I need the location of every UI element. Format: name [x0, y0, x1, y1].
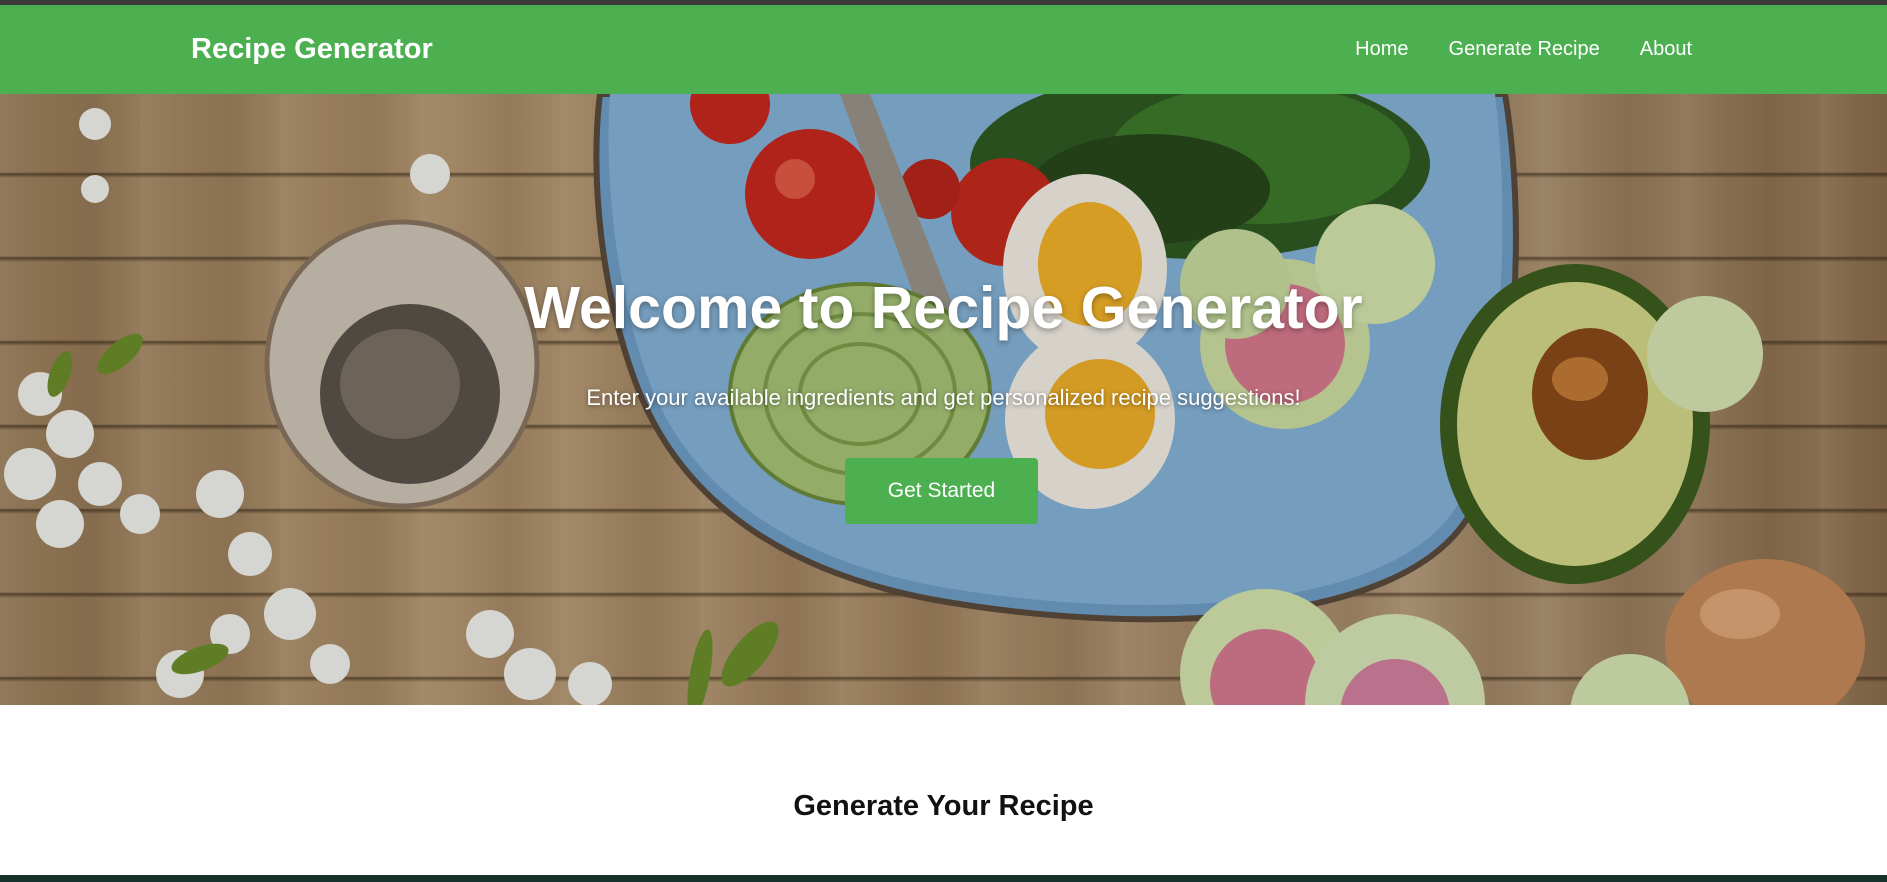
navbar: Recipe Generator Home Generate Recipe Ab…	[0, 5, 1887, 94]
nav-links: Home Generate Recipe About	[1355, 38, 1692, 61]
nav-link-home[interactable]: Home	[1355, 38, 1408, 61]
nav-link-generate-recipe[interactable]: Generate Recipe	[1449, 38, 1600, 61]
hero-section: Welcome to Recipe Generator Enter your a…	[0, 94, 1887, 705]
section-title-generate-recipe: Generate Your Recipe	[793, 790, 1094, 822]
page-bottom-edge	[0, 875, 1887, 882]
hero-subtitle: Enter your available ingredients and get…	[586, 385, 1301, 410]
get-started-button[interactable]: Get Started	[845, 458, 1038, 524]
nav-link-about[interactable]: About	[1640, 38, 1692, 61]
hero-title: Welcome to Recipe Generator	[524, 275, 1363, 341]
brand-logo[interactable]: Recipe Generator	[191, 33, 433, 66]
